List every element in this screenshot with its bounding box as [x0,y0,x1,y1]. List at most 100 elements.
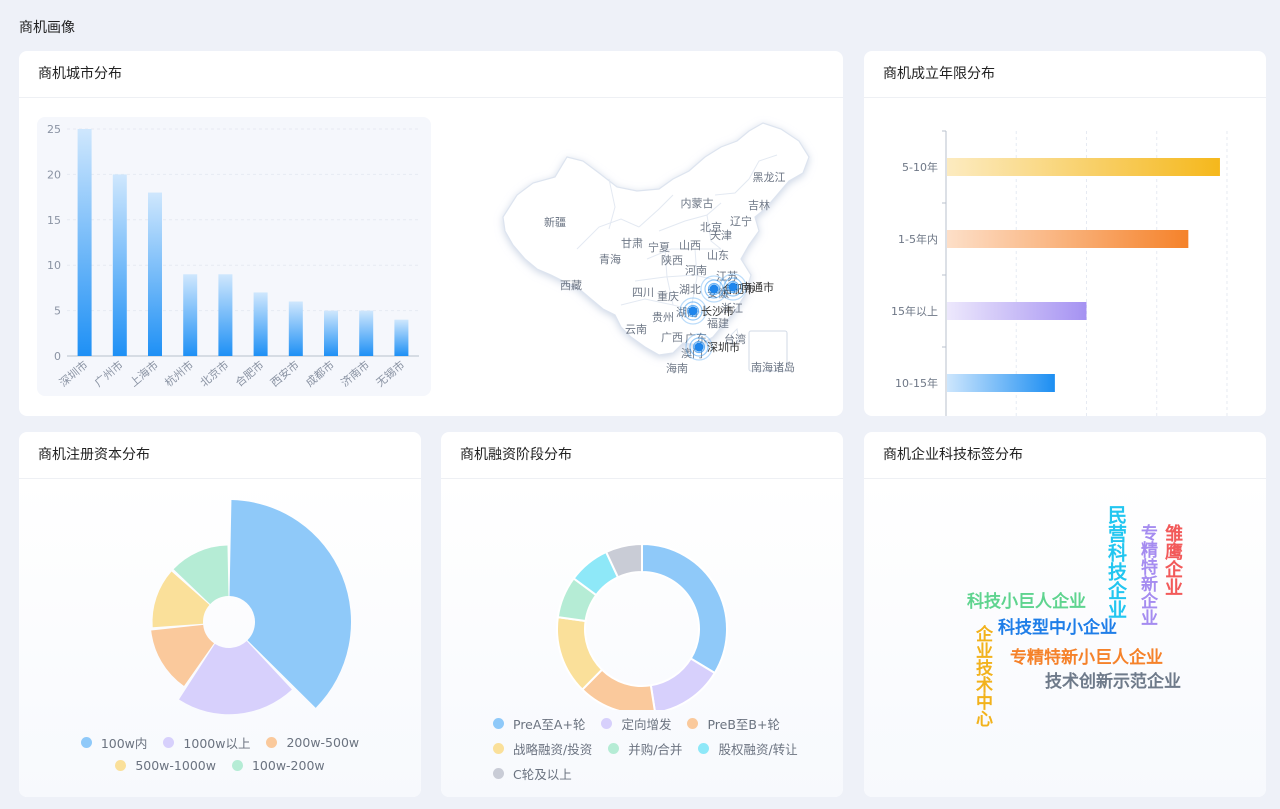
legend-swatch [266,737,278,748]
years-bar-1 [947,230,1189,248]
city-marker-label: 南通市 [741,280,774,294]
legend-label: 1000w以上 [183,736,251,751]
legend-label: 100w内 [100,736,148,751]
tag-word[interactable]: 民营科技企业 [1105,505,1127,619]
province-label: 宁夏 [648,240,670,254]
city-bar-5 [253,292,268,356]
y-tick-label: 15年以上 [891,304,938,318]
city-marker-label: 长沙市 [701,304,734,318]
legend-label: 500w-1000w [135,758,216,773]
legend-swatch [493,718,504,729]
tag-word[interactable]: 科技型中小企业 [998,620,1117,637]
province-label: 湖北 [679,283,701,296]
legend-item[interactable]: 股权融资/转让 [698,739,798,758]
legend-item[interactable]: C轮及以上 [493,764,572,783]
province-label: 山东 [707,249,729,262]
years-bar-2 [947,302,1087,320]
legend-item[interactable]: PreA至A+轮 [493,714,585,733]
legend-label: 定向增发 [621,717,672,732]
legend-label: 战略融资/投资 [513,742,593,757]
legend-item[interactable]: PreB至B+轮 [687,714,780,733]
donut-slice-0 [641,542,728,675]
tag-word[interactable]: 企业技术中心 [972,625,992,727]
province-label: 内蒙古 [681,196,714,210]
legend-item[interactable]: 1000w以上 [163,733,250,752]
province-label: 重庆 [657,289,679,303]
city-bar-1 [112,174,127,356]
x-tick-label: 广州市 [91,358,125,390]
province-label: 河南 [685,264,707,277]
legend-item[interactable]: 定向增发 [601,714,671,733]
city-bar-2 [148,192,162,356]
city-distribution-card: 商机城市分布 0 5 10 15 20 25 深圳市 广州市 上海市 杭州市 北京市 合肥市 西安市 成都… [19,51,843,416]
city-bar-8 [359,310,374,356]
province-label: 四川 [632,286,654,299]
legend-item[interactable]: 并购/合并 [608,739,682,758]
province-label: 贵州 [652,311,674,324]
province-label: 山西 [679,239,701,252]
legend-item[interactable]: 100w-200w [231,758,325,773]
city-bar-chart: 0 5 10 15 20 25 深圳市 广州市 上海市 杭州市 北京市 合肥市 西安市 成都市 济南市 无锡市 [47,123,419,390]
capital-rose-chart [151,500,351,715]
province-label: 黑龙江 [753,171,786,184]
province-label: 甘肃 [621,237,643,250]
tag-word[interactable]: 雏鹰企业 [1162,524,1183,596]
legend-label: PreB至B+轮 [707,717,780,732]
donut-slice-1 [649,657,717,710]
city-bar-7 [324,310,338,356]
years-distribution-card: 商机成立年限分布 0204060805-10年1-5年内15年以上10-15年 [864,51,1266,416]
financing-legend: PreA至A+轮 定向增发 PreB至B+轮战略融资/投资 并购/合并 股权融资/转让 C… [441,714,843,789]
x-tick-label: 上海市 [127,358,161,390]
province-label: 福建 [707,316,729,330]
tag-word[interactable]: 专精特新小巨人企业 [1010,650,1163,667]
years-card-title: 商机成立年限分布 [864,51,1266,98]
y-tick-label: 15 [47,214,61,227]
city-marker-dot [694,342,704,352]
province-label: 辽宁 [730,214,752,228]
tag-word[interactable]: 技术创新示范企业 [1045,674,1181,691]
province-label: 南海诸岛 [751,360,795,374]
city-card-title: 商机城市分布 [19,51,843,98]
y-tick-label: 1-5年内 [898,232,938,246]
legend-item[interactable]: 战略融资/投资 [493,739,592,758]
legend-swatch [493,768,504,779]
city-marker-dot [728,282,738,292]
legend-label: 100w-200w [251,758,325,773]
city-bar-6 [288,301,303,356]
legend-swatch [493,743,504,754]
y-tick-label: 0 [54,350,61,363]
financing-distribution-card: 商机融资阶段分布 PreA至A+轮 定向增发 PreB至B+轮战略融资/投资 并购/合… [441,432,843,797]
legend-swatch [231,760,243,771]
legend-swatch [687,718,699,729]
financing-card-title: 商机融资阶段分布 [441,432,843,479]
y-tick-label: 10-15年 [895,376,938,390]
x-tick-label: 北京市 [197,358,231,390]
x-tick-label: 成都市 [303,358,337,390]
years-bar-0 [947,158,1220,176]
tag-word[interactable]: 科技小巨人企业 [967,594,1086,611]
legend-swatch [608,743,620,754]
province-label: 云南 [625,323,647,336]
legend-swatch [698,743,710,754]
tag-word[interactable]: 专精特新企业 [1137,524,1157,626]
tech-tags-card: 商机企业科技标签分布 民营科技企业 专精特新企业 雏鹰企业科技小巨人企业科技型中小企… [864,432,1266,797]
province-label: 天津 [710,229,732,242]
x-tick-label: 合肥市 [232,358,266,390]
province-label: 新疆 [544,215,566,229]
city-bar-4 [218,274,233,356]
x-tick-label: 济南市 [338,358,372,390]
city-bar-9 [394,319,409,356]
province-label: 西藏 [560,279,582,292]
legend-item[interactable]: 200w-500w [266,733,359,752]
legend-item[interactable]: 500w-1000w [115,758,216,773]
tags-card-title: 商机企业科技标签分布 [864,432,1266,479]
legend-item[interactable]: 100w内 [80,733,148,752]
years-bar-chart: 0204060805-10年1-5年内15年以上10-15年 [891,130,1228,416]
legend-swatch [80,737,92,748]
tags-wordcloud: 民营科技企业 专精特新企业 雏鹰企业科技小巨人企业科技型中小企业 企业技术中心 专精特新… [864,480,1266,797]
province-label: 吉林 [748,198,770,212]
city-bar-3 [183,274,198,356]
city-marker-label: 深圳市 [707,340,740,354]
legend-swatch [115,760,127,771]
y-tick-label: 5-10年 [902,160,938,174]
